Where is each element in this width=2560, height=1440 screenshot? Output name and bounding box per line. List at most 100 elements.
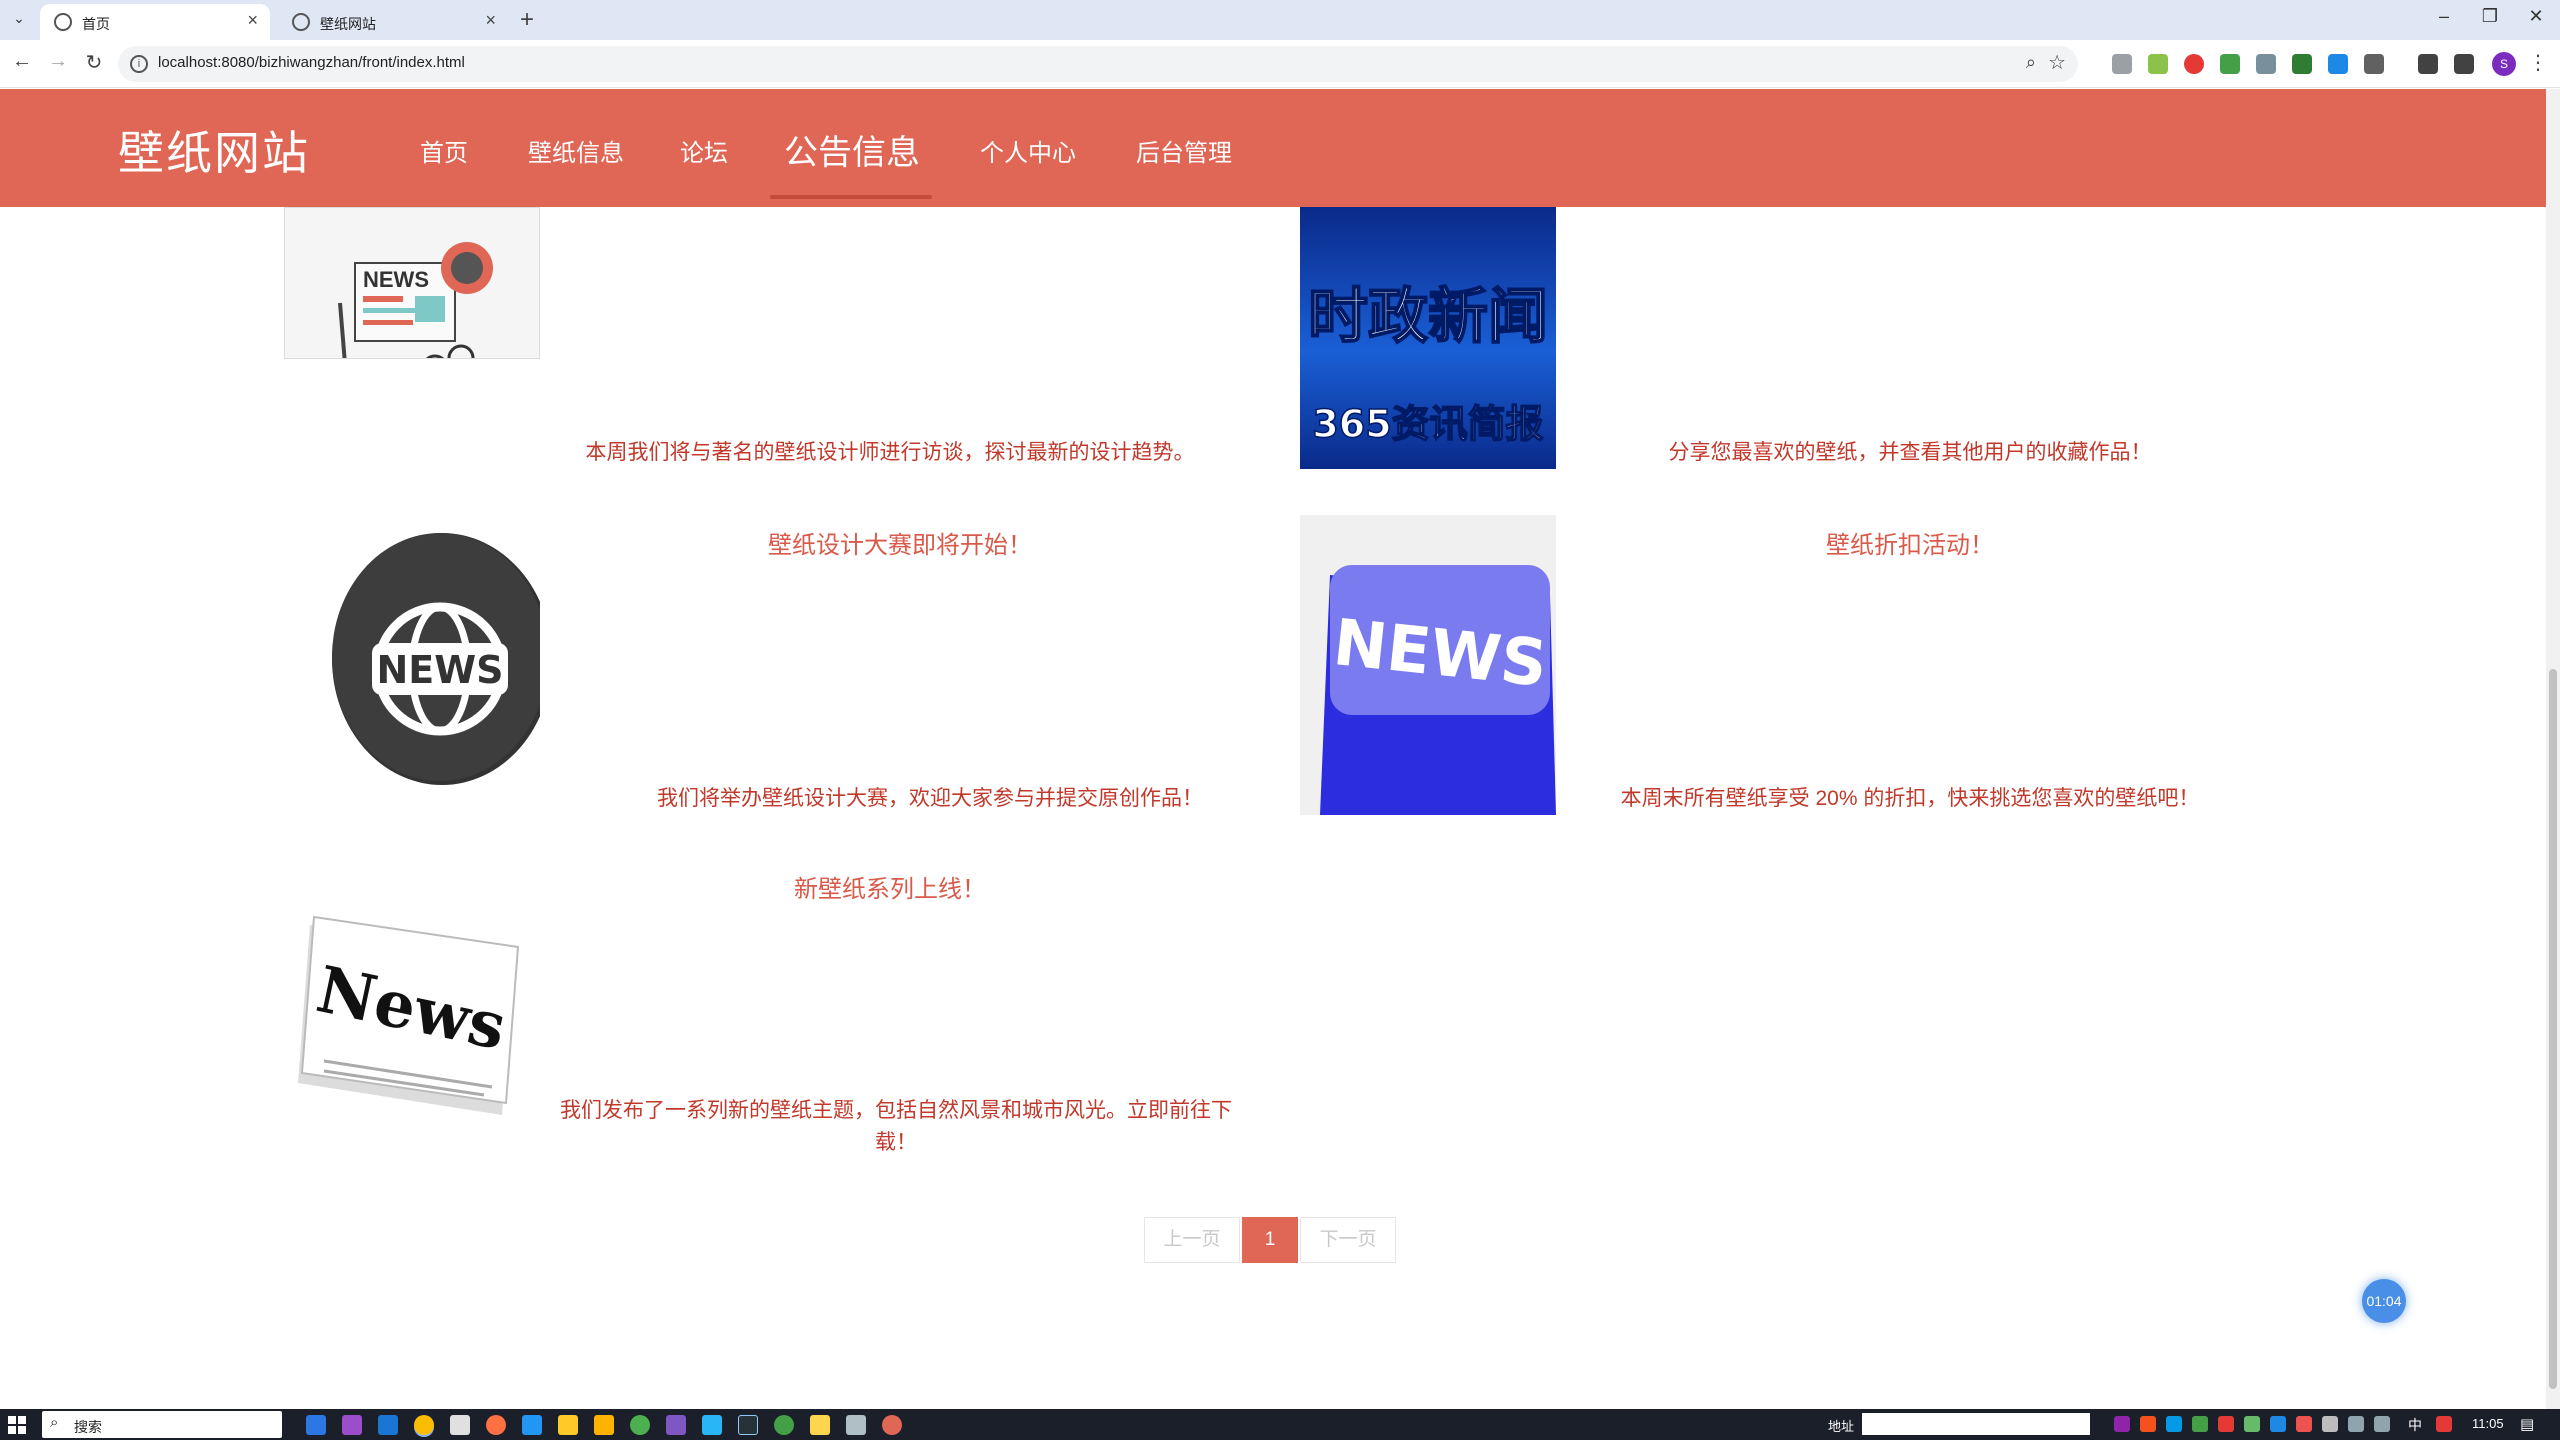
news-summary-2[interactable]: 分享您最喜欢的壁纸，并查看其他用户的收藏作品！ bbox=[1560, 437, 2260, 469]
new-tab-button[interactable]: + bbox=[520, 6, 534, 34]
download-icon[interactable] bbox=[2418, 54, 2438, 74]
taskbar-app-explorer-icon[interactable] bbox=[306, 1415, 326, 1435]
newspaper-illustration-icon: NEWS bbox=[338, 242, 493, 358]
site-logo[interactable]: 壁纸网站 bbox=[118, 117, 310, 183]
news-summary-1[interactable]: 本周我们将与著名的壁纸设计师进行访谈，探讨最新的设计趋势。 bbox=[520, 437, 1260, 469]
news-globe-icon: NEWS bbox=[332, 533, 540, 785]
tray-volume-icon[interactable] bbox=[2374, 1416, 2390, 1432]
taskbar-firefox-icon[interactable] bbox=[486, 1415, 506, 1435]
tray-icon[interactable] bbox=[2218, 1416, 2234, 1432]
restore-button[interactable]: ❐ bbox=[2476, 6, 2504, 27]
forward-button[interactable]: → bbox=[44, 50, 72, 73]
taskbar-app-icon[interactable] bbox=[378, 1415, 398, 1435]
windows-start-icon[interactable] bbox=[8, 1416, 26, 1434]
tab-wallpaper-site[interactable]: 壁纸网站 × bbox=[278, 4, 508, 40]
svg-text:NEWS: NEWS bbox=[363, 267, 429, 292]
nav-announcements[interactable]: 公告信息 bbox=[784, 125, 920, 174]
floating-timer-badge[interactable]: 01:04 bbox=[2362, 1279, 2406, 1323]
taskbar-app-icon[interactable] bbox=[882, 1415, 902, 1435]
ime-indicator[interactable]: 中 bbox=[2408, 1415, 2422, 1435]
zoom-icon[interactable]: ⌕ bbox=[2026, 52, 2036, 73]
taskbar-search-placeholder: 搜索 bbox=[74, 1419, 102, 1435]
shield-extension-icon[interactable] bbox=[2184, 54, 2204, 74]
bookmark-star-icon[interactable]: ☆ bbox=[2048, 50, 2066, 75]
news-keyboard-key-icon: NEWS bbox=[1300, 515, 1556, 815]
image-extension-icon[interactable] bbox=[2148, 54, 2168, 74]
back-button[interactable]: ← bbox=[8, 50, 36, 73]
nav-forum[interactable]: 论坛 bbox=[680, 133, 728, 168]
news-image-keyboard[interactable]: NEWS bbox=[1300, 515, 1556, 815]
profile-avatar[interactable]: S bbox=[2492, 52, 2516, 76]
taskbar-app-icon[interactable] bbox=[342, 1415, 362, 1435]
globe-icon bbox=[54, 13, 72, 31]
side-panel-icon[interactable] bbox=[2454, 54, 2474, 74]
extensions-icon[interactable] bbox=[2364, 54, 2384, 74]
news-title-5[interactable]: 新壁纸系列上线！ bbox=[520, 869, 1260, 904]
taskbar-app-icon[interactable] bbox=[702, 1415, 722, 1435]
taskbar-search-box[interactable]: ⌕ 搜索 bbox=[42, 1411, 282, 1438]
taskbar-app-icon[interactable] bbox=[846, 1415, 866, 1435]
tray-icon[interactable] bbox=[2140, 1416, 2156, 1432]
vue-extension-icon[interactable] bbox=[2292, 54, 2312, 74]
close-icon[interactable]: × bbox=[247, 10, 258, 31]
nav-admin[interactable]: 后台管理 bbox=[1136, 133, 1232, 168]
pagination-page-1[interactable]: 1 bbox=[1242, 1217, 1298, 1263]
taskbar-app-icon[interactable] bbox=[666, 1415, 686, 1435]
news-summary-5[interactable]: 我们发布了一系列新的壁纸主题，包括自然风景和城市风光。立即前往下载！ bbox=[556, 1095, 1236, 1159]
reload-button[interactable]: ↻ bbox=[80, 50, 108, 75]
tray-network-icon[interactable] bbox=[2348, 1416, 2364, 1432]
news-paper-stack-icon: News bbox=[298, 915, 520, 1115]
taskbar-app-icon[interactable] bbox=[594, 1415, 614, 1435]
news-title-4[interactable]: 壁纸折扣活动！ bbox=[1520, 525, 2300, 560]
taskbar-chrome-icon[interactable] bbox=[414, 1415, 434, 1435]
pagination-next-button[interactable]: 下一页 bbox=[1300, 1217, 1396, 1263]
taskbar-vscode-icon[interactable] bbox=[522, 1415, 542, 1435]
puzzle-extension-icon[interactable] bbox=[2220, 54, 2240, 74]
tray-icon[interactable] bbox=[2270, 1416, 2286, 1432]
browser-menu-icon[interactable]: ⋮ bbox=[2528, 50, 2548, 75]
address-bar[interactable]: i localhost:8080/bizhiwangzhan/front/ind… bbox=[118, 46, 2078, 82]
page-scrollbar[interactable] bbox=[2546, 89, 2560, 1409]
news-image-paper-stack[interactable]: News bbox=[284, 865, 540, 1125]
taskbar-clock[interactable]: 11:05 bbox=[2472, 1416, 2504, 1431]
taskbar-idea-icon[interactable] bbox=[738, 1415, 758, 1435]
tray-icon[interactable] bbox=[2322, 1416, 2338, 1432]
nav-personal-center[interactable]: 个人中心 bbox=[980, 133, 1076, 168]
news-summary-4[interactable]: 本周末所有壁纸享受 20% 的折扣，快来挑选您喜欢的壁纸吧！ bbox=[1560, 783, 2260, 815]
tab-search-icon[interactable]: ⌄ bbox=[8, 10, 30, 30]
news-summary-3[interactable]: 我们将举办壁纸设计大赛，欢迎大家参与并提交原创作品！ bbox=[560, 783, 1300, 815]
scrollbar-thumb[interactable] bbox=[2549, 669, 2557, 1389]
tab-title: 首页 bbox=[82, 16, 110, 32]
url-text[interactable]: localhost:8080/bizhiwangzhan/front/index… bbox=[158, 54, 465, 71]
clipboard-extension-icon[interactable] bbox=[2256, 54, 2276, 74]
taskbar-notes-icon[interactable] bbox=[810, 1415, 830, 1435]
taskbar-folder-icon[interactable] bbox=[558, 1415, 578, 1435]
image-text-top: 时政新闻 bbox=[1308, 282, 1548, 352]
news-image-current-affairs[interactable]: 时政新闻 365资讯简报 bbox=[1300, 207, 1556, 469]
taskbar-wechat-icon[interactable] bbox=[630, 1415, 650, 1435]
minimize-button[interactable]: – bbox=[2430, 6, 2458, 27]
notification-center-icon[interactable]: ▤ bbox=[2520, 1415, 2534, 1433]
close-icon[interactable]: × bbox=[485, 10, 496, 31]
nav-home[interactable]: 首页 bbox=[420, 133, 468, 168]
pagination-prev-button[interactable]: 上一页 bbox=[1144, 1217, 1240, 1263]
taskbar-app-icon[interactable] bbox=[450, 1415, 470, 1435]
window-close-button[interactable]: ✕ bbox=[2522, 6, 2550, 27]
screenshot-extension-icon[interactable] bbox=[2112, 54, 2132, 74]
tray-icon[interactable] bbox=[2166, 1416, 2182, 1432]
news-image-newspaper[interactable]: NEWS bbox=[284, 207, 540, 359]
tray-icon[interactable] bbox=[2296, 1416, 2312, 1432]
tray-icon[interactable] bbox=[2192, 1416, 2208, 1432]
translate-extension-icon[interactable] bbox=[2328, 54, 2348, 74]
tray-antivirus-icon[interactable] bbox=[2436, 1416, 2452, 1432]
news-title-3[interactable]: 壁纸设计大赛即将开始！ bbox=[520, 525, 1280, 560]
tray-wechat-icon[interactable] bbox=[2244, 1416, 2260, 1432]
news-image-globe[interactable]: NEWS bbox=[284, 499, 540, 799]
nav-wallpaper-info[interactable]: 壁纸信息 bbox=[528, 133, 624, 168]
tray-icon[interactable] bbox=[2114, 1416, 2130, 1432]
globe-icon bbox=[292, 13, 310, 31]
taskbar-app-icon[interactable] bbox=[774, 1415, 794, 1435]
site-info-icon[interactable]: i bbox=[130, 55, 148, 73]
tab-home[interactable]: 首页 × bbox=[40, 4, 270, 40]
taskbar-address-input[interactable] bbox=[1862, 1413, 2090, 1435]
